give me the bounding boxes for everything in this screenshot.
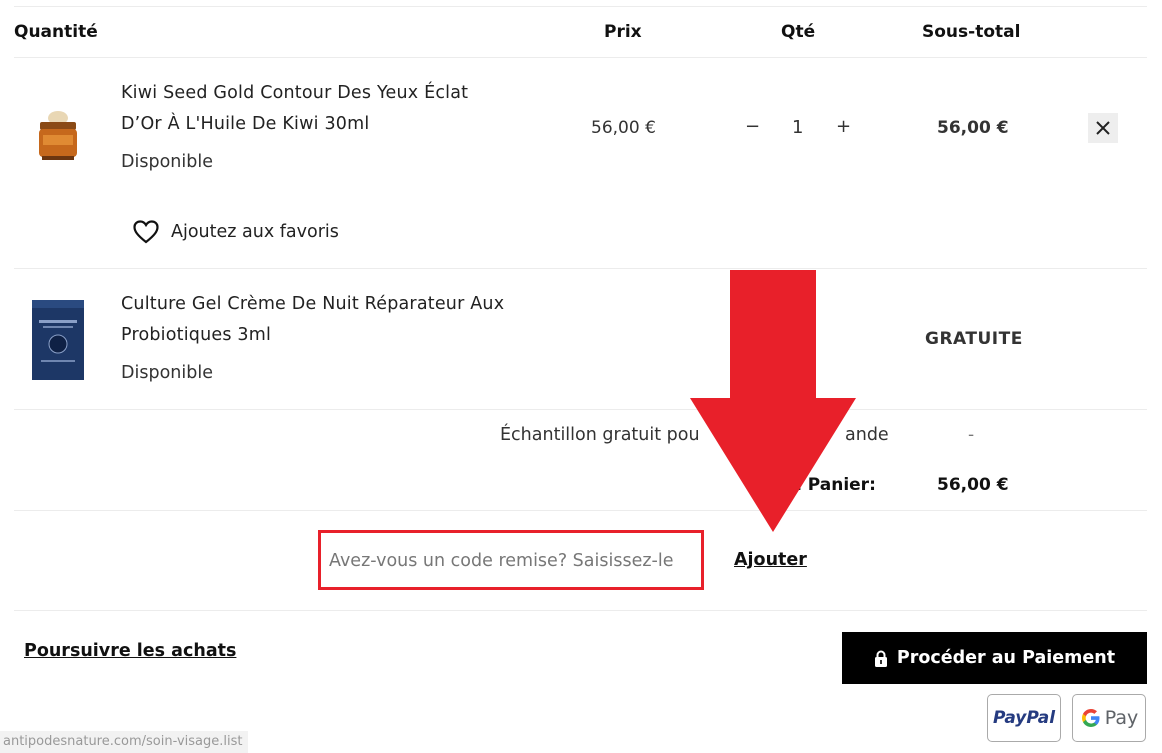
continue-shopping-link[interactable]: Poursuivre les achats	[24, 641, 236, 661]
apply-coupon-button[interactable]: Ajouter	[734, 550, 807, 570]
header-quantity: Quantité	[14, 22, 98, 42]
favorites-label: Ajoutez aux favoris	[171, 222, 339, 242]
google-pay-button[interactable]: Pay	[1072, 694, 1146, 742]
header-divider	[14, 57, 1147, 58]
item-divider	[14, 409, 1147, 410]
status-bar-url: antipodesnature.com/soin-visage.list	[0, 731, 248, 753]
unit-price: 56,00 €	[591, 118, 656, 138]
quantity-decrease-button[interactable]: −	[745, 116, 760, 137]
availability-status: Disponible	[121, 152, 213, 172]
free-sample-value: -	[968, 425, 975, 445]
product-image[interactable]	[34, 108, 82, 164]
header-qty: Qté	[781, 22, 816, 42]
availability-status: Disponible	[121, 363, 213, 383]
down-arrow-annotation	[690, 270, 856, 532]
cart-total-value: 56,00 €	[937, 475, 1009, 495]
product-title[interactable]: Kiwi Seed Gold Contour Des Yeux Éclat D’…	[121, 78, 468, 140]
header-price: Prix	[604, 22, 642, 42]
quantity-value[interactable]: 1	[792, 117, 803, 138]
heart-icon	[133, 220, 159, 244]
header-subtotal: Sous-total	[922, 22, 1021, 42]
coupon-highlight	[318, 530, 704, 590]
paypal-button[interactable]: PayPal	[987, 694, 1061, 742]
coupon-divider	[14, 610, 1147, 611]
gpay-label: Pay	[1104, 707, 1139, 729]
checkout-button[interactable]: Procéder au Paiement	[842, 632, 1147, 684]
product-image[interactable]	[31, 300, 85, 380]
line-subtotal: GRATUITE	[925, 329, 1023, 349]
add-to-favorites-button[interactable]: Ajoutez aux favoris	[133, 220, 339, 244]
checkout-label: Procéder au Paiement	[896, 648, 1116, 668]
line-subtotal: 56,00 €	[937, 118, 1009, 138]
close-icon	[1096, 121, 1110, 135]
remove-item-button[interactable]	[1088, 113, 1118, 143]
google-g-icon	[1081, 709, 1100, 727]
coupon-code-input[interactable]	[327, 542, 697, 580]
quantity-increase-button[interactable]: +	[836, 116, 851, 137]
item-divider	[14, 268, 1147, 269]
product-title[interactable]: Culture Gel Crème De Nuit Réparateur Aux…	[121, 289, 504, 351]
free-sample-label: Échantillon gratuit pou	[500, 425, 700, 445]
paypal-label: PayPal	[992, 708, 1056, 728]
lock-icon	[874, 650, 887, 667]
top-divider	[14, 6, 1147, 7]
summary-divider	[14, 510, 1147, 511]
